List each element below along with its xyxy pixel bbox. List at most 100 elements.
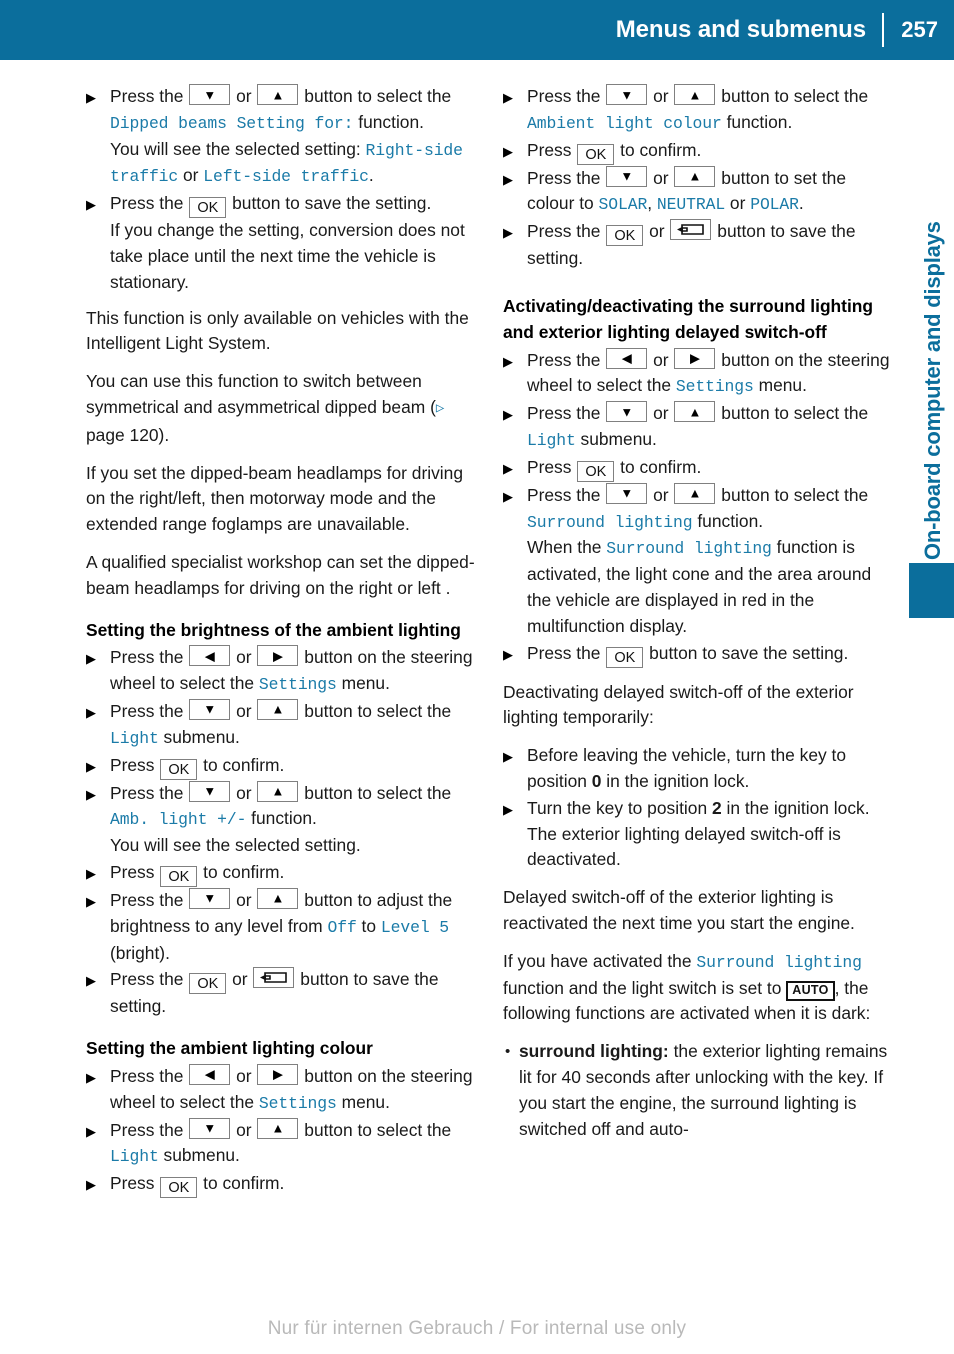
step-arrow-icon: ▶ bbox=[86, 865, 96, 881]
step-text: submenu. bbox=[158, 1145, 240, 1166]
step-text: Press the bbox=[527, 403, 606, 424]
procedure-step: ▶ Press the ▼ or ▲ button to select the … bbox=[86, 780, 478, 859]
step-text: menu. bbox=[753, 375, 807, 396]
step-arrow-icon: ▶ bbox=[86, 651, 96, 667]
procedure-step: ▶ Press OK to confirm. bbox=[86, 860, 478, 887]
step-arrow-icon: ▶ bbox=[503, 353, 513, 369]
step-text: or bbox=[648, 403, 674, 424]
ok-button-key-icon: OK bbox=[577, 460, 615, 482]
step-text: button to select the bbox=[716, 484, 869, 505]
step-text: . bbox=[368, 165, 374, 186]
step-text: or bbox=[231, 1065, 257, 1086]
left-button-key-icon: ◀ bbox=[189, 1063, 231, 1085]
step-note: If you change the setting, conversion do… bbox=[110, 220, 465, 292]
up-button-key-icon: ▲ bbox=[257, 1117, 299, 1139]
body-paragraph: This function is only available on vehic… bbox=[86, 307, 469, 354]
step-text: to confirm. bbox=[615, 139, 702, 160]
right-button-key-icon: ▶ bbox=[257, 1063, 299, 1085]
down-button-key-icon: ▼ bbox=[189, 1117, 231, 1139]
step-text: or bbox=[231, 889, 257, 910]
step-text: Press the bbox=[527, 86, 606, 106]
procedure-step: ▶ Press the ▼ or ▲ button to adjust the … bbox=[86, 887, 478, 966]
menu-item-name: Settings bbox=[258, 675, 337, 695]
right-button-key-icon: ▶ bbox=[257, 645, 299, 667]
step-text: Press the bbox=[110, 1119, 189, 1140]
step-note: You will see the selected setting. bbox=[110, 835, 361, 856]
down-button-key-icon: ▼ bbox=[189, 698, 231, 720]
step-text: button to save the setting. bbox=[227, 193, 432, 214]
step-text: or bbox=[648, 86, 674, 106]
step-text: to confirm. bbox=[198, 861, 285, 882]
menu-item-name: Settings bbox=[258, 1093, 337, 1113]
list-item: • surround lighting: the exterior lighti… bbox=[503, 1039, 895, 1142]
auto-light-switch-icon: AUTO bbox=[786, 980, 835, 1001]
step-arrow-icon: ▶ bbox=[503, 171, 513, 187]
ok-button-key-icon: OK bbox=[606, 225, 644, 247]
paragraph-text: You can use this function to switch betw… bbox=[86, 371, 436, 417]
ok-button-key-icon: OK bbox=[577, 143, 615, 165]
procedure-step: ▶ Press the OK or button to save the set… bbox=[503, 219, 895, 272]
step-text: Press the bbox=[110, 1065, 189, 1086]
body-paragraph: Deactivating delayed switch-off of the e… bbox=[503, 681, 854, 728]
step-text: Press bbox=[110, 1173, 160, 1194]
page-header-content: Menus and submenus 257 bbox=[616, 0, 954, 60]
menu-item-name: Surround lighting bbox=[696, 952, 862, 972]
section-heading: Setting the ambient lighting colour bbox=[86, 1038, 373, 1059]
menu-item-name: Ambient light colour bbox=[527, 113, 722, 133]
step-arrow-icon: ▶ bbox=[86, 1177, 96, 1193]
step-arrow-icon: ▶ bbox=[503, 143, 513, 159]
step-text: in the ignition lock. bbox=[601, 770, 750, 791]
procedure-step: ▶ Press the OK or button to save the set… bbox=[86, 967, 478, 1020]
step-arrow-icon: ▶ bbox=[503, 801, 513, 817]
step-text: or bbox=[725, 193, 751, 214]
procedure-step: ▶ Press the ▼ or ▲ button to select the … bbox=[86, 1117, 478, 1171]
step-arrow-icon: ▶ bbox=[503, 407, 513, 423]
procedure-step: ▶ Press OK to confirm. bbox=[503, 455, 895, 482]
ok-button-key-icon: OK bbox=[160, 758, 198, 780]
step-text: button to select the bbox=[299, 1119, 452, 1140]
ok-button-key-icon: OK bbox=[189, 197, 227, 219]
step-text: Press the bbox=[110, 647, 189, 668]
step-text: Press the bbox=[110, 700, 189, 721]
step-text: or bbox=[648, 167, 674, 188]
paragraph-text: page 120). bbox=[86, 424, 170, 445]
paragraph-text: If you have activated the bbox=[503, 950, 697, 971]
step-text: Press the bbox=[527, 349, 606, 370]
down-button-key-icon: ▼ bbox=[606, 165, 648, 187]
body-paragraph: If you set the dipped-beam headlamps for… bbox=[86, 462, 464, 535]
step-text: Turn the key to position bbox=[527, 797, 712, 818]
step-text: function. bbox=[246, 808, 317, 829]
key-position-value: 0 bbox=[591, 770, 602, 791]
menu-item-name: Surround lighting bbox=[527, 512, 693, 532]
menu-value: Left-side traffic bbox=[203, 167, 369, 187]
up-button-key-icon: ▲ bbox=[257, 887, 299, 909]
chapter-side-tab-marker bbox=[909, 563, 954, 618]
step-arrow-icon: ▶ bbox=[86, 1069, 96, 1085]
step-text: or bbox=[227, 969, 253, 990]
step-text: Press bbox=[527, 456, 577, 477]
menu-item-name: Light bbox=[527, 430, 576, 450]
right-button-key-icon: ▶ bbox=[674, 347, 716, 369]
up-button-key-icon: ▲ bbox=[257, 780, 299, 802]
step-text: Press bbox=[527, 139, 577, 160]
up-button-key-icon: ▲ bbox=[674, 401, 716, 423]
step-text: or bbox=[648, 349, 674, 370]
step-text: or bbox=[644, 221, 670, 242]
step-text: button to select the bbox=[299, 700, 452, 721]
step-arrow-icon: ▶ bbox=[503, 90, 513, 105]
step-arrow-icon: ▶ bbox=[86, 704, 96, 720]
body-paragraph: Delayed switch-off of the exterior light… bbox=[503, 887, 855, 933]
step-note: When the bbox=[527, 537, 607, 558]
step-arrow-icon: ▶ bbox=[86, 893, 96, 909]
step-text: Press the bbox=[527, 221, 606, 242]
step-note: The exterior lighting delayed switch-off… bbox=[527, 823, 841, 870]
procedure-step: ▶ Press the ◀ or ▶ button on the steerin… bbox=[86, 645, 478, 698]
procedure-step: ▶ Press OK to confirm. bbox=[86, 753, 478, 780]
step-text: or bbox=[231, 782, 257, 803]
step-text: to bbox=[356, 915, 381, 936]
step-text: to confirm. bbox=[198, 1173, 285, 1194]
chapter-side-tab: On-board computer and displays bbox=[895, 70, 954, 630]
step-text: or bbox=[231, 647, 257, 668]
step-text: Press bbox=[110, 861, 160, 882]
step-text: Press the bbox=[110, 969, 189, 990]
